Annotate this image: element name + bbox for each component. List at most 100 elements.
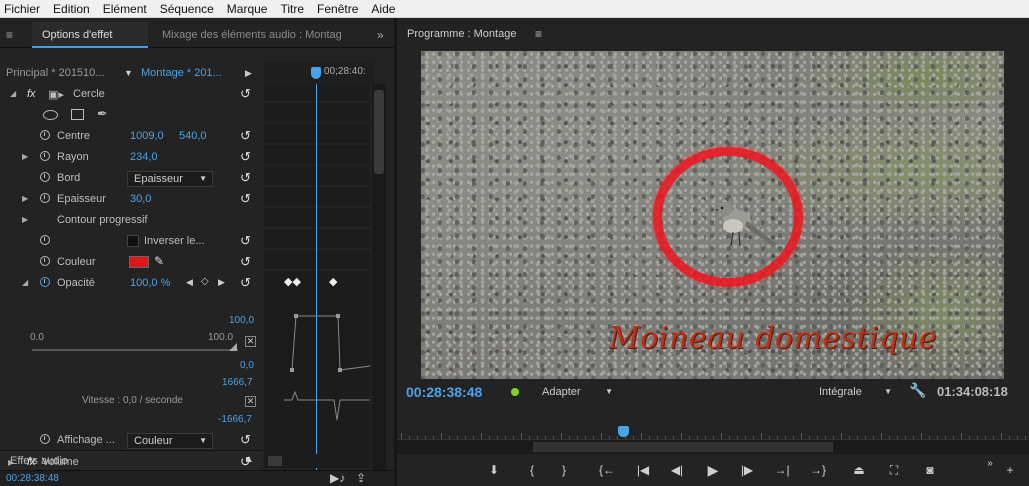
reset-icon[interactable]: ↺ <box>240 128 251 144</box>
stopwatch-icon[interactable] <box>40 256 50 266</box>
source-principal[interactable]: Principal * 201510... <box>6 62 104 84</box>
menu-aide[interactable]: Aide <box>371 2 395 16</box>
expand-triangle-icon[interactable]: ▶ <box>22 194 28 203</box>
expand-triangle-icon[interactable]: ▶ <box>22 215 28 224</box>
stopwatch-icon[interactable] <box>40 172 50 182</box>
stopwatch-active-icon[interactable] <box>40 277 50 287</box>
wrench-icon[interactable]: 🔧 <box>909 382 926 399</box>
stopwatch-icon[interactable] <box>40 434 50 444</box>
monitor-playhead[interactable] <box>618 426 629 437</box>
frame-back-icon[interactable]: ◀| <box>667 460 687 480</box>
stopwatch-icon[interactable] <box>40 130 50 140</box>
menu-titre[interactable]: Titre <box>280 2 304 16</box>
fit-dropdown[interactable]: Adapter ▼ <box>535 384 619 401</box>
next-keyframe-icon[interactable]: ▶ <box>218 277 225 288</box>
effect-cercle-row[interactable]: ◢ fx ▣▸ Cercle ↺ <box>0 84 262 105</box>
bord-dropdown[interactable]: Epaisseur ▼ <box>127 171 213 187</box>
expand-triangle-icon[interactable]: ◢ <box>10 89 16 98</box>
stopwatch-icon[interactable] <box>40 151 50 161</box>
stopwatch-icon[interactable] <box>40 235 50 245</box>
monitor-zoom-scrollbar[interactable] <box>397 440 1029 454</box>
reset-icon[interactable]: ↺ <box>240 432 251 448</box>
go-to-out-icon[interactable]: →} <box>808 460 828 480</box>
rectangle-mask-icon[interactable] <box>71 109 84 120</box>
affichage-dropdown[interactable]: Couleur ▼ <box>127 433 213 449</box>
reset-icon[interactable]: ↺ <box>240 191 251 207</box>
reset-icon[interactable]: ↺ <box>240 233 251 249</box>
scrollbar-thumb[interactable] <box>374 90 384 174</box>
ellipse-mask-icon[interactable] <box>43 110 58 120</box>
keyframe-diamond-icon[interactable]: ◆◆ <box>284 275 301 288</box>
menu-edition[interactable]: Edition <box>53 2 90 16</box>
panel-menu-icon[interactable]: ≡ <box>6 22 13 48</box>
add-keyframe-icon[interactable]: ◇ <box>201 276 209 287</box>
expand-triangle-icon[interactable]: ◢ <box>22 278 28 287</box>
reset-icon[interactable]: ↺ <box>240 454 251 470</box>
pen-tool-icon[interactable]: ✒ <box>97 106 108 122</box>
hscroll-thumb-left[interactable] <box>268 456 282 466</box>
horizontal-scroll[interactable] <box>264 454 370 468</box>
bottom-timecode[interactable]: 00:28:38:48 <box>6 473 59 484</box>
menu-fichier[interactable]: Fichier <box>4 2 40 16</box>
play-arrow-icon[interactable]: ▶ <box>245 62 252 84</box>
prop-rayon-value[interactable]: 234,0 <box>130 151 158 163</box>
add-button-icon[interactable]: + <box>1000 460 1020 480</box>
zoom-scroll-thumb[interactable] <box>533 442 833 452</box>
lift-icon[interactable]: ⏏ <box>849 460 869 480</box>
menu-element[interactable]: Elément <box>103 2 147 16</box>
menu-sequence[interactable]: Séquence <box>160 2 214 16</box>
fx-icon[interactable]: fx <box>27 88 36 100</box>
fx-icon[interactable]: fx <box>27 456 36 468</box>
frame-forward-icon[interactable]: |▶ <box>737 460 757 480</box>
overflow-icon[interactable]: » <box>980 454 1000 474</box>
expand-triangle-icon[interactable]: ▶ <box>8 458 14 467</box>
prop-opacite-value[interactable]: 100,0 % <box>130 277 170 289</box>
color-swatch[interactable] <box>129 256 149 268</box>
overflow-icon[interactable]: » <box>377 22 384 48</box>
tab-audio-mixer[interactable]: Mixage des éléments audio : Montag <box>152 22 342 48</box>
eyedropper-icon[interactable]: ✎ <box>154 254 164 268</box>
chevron-down-icon[interactable]: ▼ <box>124 62 133 84</box>
prop-epaisseur-value[interactable]: 30,0 <box>130 193 151 205</box>
inverser-checkbox[interactable] <box>127 235 139 247</box>
prev-keyframe-icon[interactable]: ◀ <box>186 277 193 288</box>
video-frame[interactable]: Moineau domestique <box>421 51 1004 379</box>
reset-icon[interactable]: ↺ <box>240 170 251 186</box>
prop-centre-y[interactable]: 540,0 <box>179 130 207 142</box>
prop-centre-x[interactable]: 1009,0 <box>130 130 164 142</box>
playhead-handle[interactable] <box>311 67 321 79</box>
timeline-ruler[interactable]: 00;28:40: <box>264 62 374 84</box>
play-icon[interactable]: ▶ <box>703 460 723 480</box>
value-slider-track[interactable] <box>32 349 238 351</box>
export-icon[interactable]: ⇪ <box>356 471 366 485</box>
camera-icon[interactable]: ◙ <box>920 460 940 480</box>
menu-marque[interactable]: Marque <box>227 2 268 16</box>
reset-icon[interactable]: ↺ <box>240 254 251 270</box>
source-sequence[interactable]: Montage * 201... <box>141 62 222 84</box>
add-marker-icon[interactable]: ⬇ <box>484 460 504 480</box>
velocity-toggle-icon[interactable]: ✕ <box>245 396 256 407</box>
stopwatch-icon[interactable] <box>40 193 50 203</box>
monitor-time-ruler[interactable] <box>397 426 1029 440</box>
step-back-icon[interactable]: |◀ <box>633 460 653 480</box>
mark-out-icon[interactable]: } <box>554 460 574 480</box>
red-circle-mask[interactable] <box>653 147 803 287</box>
vertical-scrollbar[interactable] <box>372 84 386 480</box>
quality-dropdown[interactable]: Intégrale ▼ <box>812 384 898 401</box>
extract-icon[interactable]: ⛶ <box>884 460 904 480</box>
keyframe-timeline[interactable]: ◆◆ ◆ <box>264 84 370 456</box>
program-menu-icon[interactable]: ≡ <box>535 27 542 41</box>
step-forward-icon[interactable]: →| <box>772 460 792 480</box>
go-to-in-icon[interactable]: {← <box>597 460 617 480</box>
keyframe-diamond-icon[interactable]: ◆ <box>329 275 337 288</box>
audio-scrub-icon[interactable]: ▶♪ <box>330 471 345 485</box>
expand-triangle-icon[interactable]: ▶ <box>22 152 28 161</box>
reset-icon[interactable]: ↺ <box>240 149 251 165</box>
reset-icon[interactable]: ↺ <box>240 86 251 102</box>
menu-fenetre[interactable]: Fenêtre <box>317 2 358 16</box>
mark-in-icon[interactable]: { <box>522 460 542 480</box>
current-timecode[interactable]: 00:28:38:48 <box>406 384 482 400</box>
graph-toggle-icon[interactable]: ✕ <box>245 336 256 347</box>
reset-icon[interactable]: ↺ <box>240 275 251 291</box>
tab-effect-options[interactable]: Options d'effet <box>32 22 148 48</box>
